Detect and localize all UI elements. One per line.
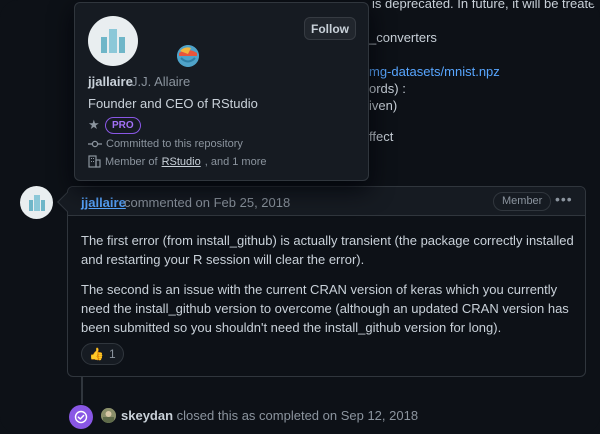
thumbs-up-reaction-button[interactable]: 👍 1: [81, 343, 124, 365]
org-badge-icon[interactable]: [177, 45, 199, 67]
user-hovercard: Follow jjallaire J.J. Allaire Founder an…: [74, 2, 369, 181]
comment: jjallaire commented on Feb 25, 2018 Memb…: [57, 186, 586, 377]
avatar-logo-icon: [101, 29, 125, 53]
hovercard-avatar[interactable]: [88, 16, 138, 66]
avatar-logo-icon: [28, 194, 45, 211]
reaction-count: 1: [108, 347, 116, 361]
comment-timestamp[interactable]: commented on Feb 25, 2018: [124, 195, 290, 210]
bg-comment-line: ffect: [369, 129, 394, 144]
comment-body: The first error (from install_github) is…: [81, 231, 576, 348]
committed-row: Committed to this repository: [88, 138, 243, 150]
commit-icon: [88, 140, 102, 148]
member-badge: Member: [493, 192, 552, 211]
committed-text: Committed to this repository: [106, 138, 243, 150]
event-actor-link[interactable]: skeydan: [121, 408, 173, 423]
close-event-text: skeydan closed this as completed on Sep …: [121, 408, 418, 423]
hovercard-login[interactable]: jjallaire: [88, 74, 133, 89]
bg-comment-link[interactable]: mg-datasets/mnist.npz: [369, 64, 500, 79]
thumbs-up-icon: 👍: [89, 347, 104, 361]
actor-avatar[interactable]: [101, 408, 116, 423]
page: is deprecated. In future, it will be tre…: [0, 0, 600, 434]
member-org-link[interactable]: RStudio: [162, 156, 201, 168]
comment-author-link[interactable]: jjallaire: [81, 195, 126, 210]
member-suffix: , and 1 more: [204, 155, 267, 168]
closed-completed-icon: [69, 405, 93, 429]
comment-header: jjallaire commented on Feb 25, 2018 Memb…: [57, 187, 585, 216]
comment-pointer: [57, 192, 77, 212]
hovercard-bio: Founder and CEO of RStudio: [88, 96, 258, 111]
member-prefix: Member of: [105, 155, 158, 168]
member-of-row: Member of RStudio, and 1 more: [88, 155, 266, 168]
event-description: closed this as completed on Sep 12, 2018: [176, 408, 419, 423]
author-avatar[interactable]: [20, 186, 53, 219]
bg-comment-line: iven): [369, 98, 398, 113]
timeline-line: [81, 376, 83, 404]
bg-comment-line: _converters: [369, 30, 437, 45]
follow-button[interactable]: Follow: [304, 17, 356, 40]
hovercard-fullname: J.J. Allaire: [131, 74, 191, 89]
comment-paragraph: The second is an issue with the current …: [81, 282, 569, 335]
pro-badge: PRO: [105, 117, 141, 134]
star-icon: ★: [88, 117, 100, 132]
organization-icon: [88, 155, 101, 168]
bg-comment-line: is deprecated. In future, it will be tre…: [372, 0, 600, 11]
bg-comment-line: ords) :: [369, 81, 406, 96]
more-options-icon[interactable]: •••: [555, 191, 573, 207]
comment-paragraph: The first error (from install_github) is…: [81, 233, 574, 267]
